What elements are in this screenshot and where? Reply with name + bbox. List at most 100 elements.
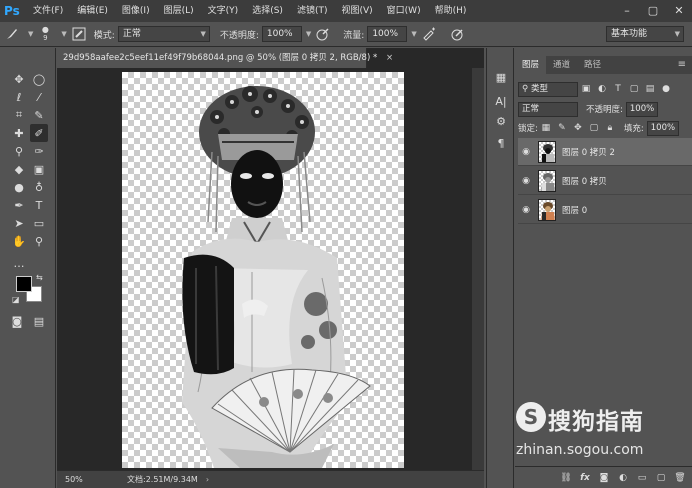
gradient-tool-icon[interactable]: ▣ [30, 160, 48, 178]
brush-size-picker[interactable]: ● 9 [36, 25, 54, 43]
visibility-eye-icon[interactable]: ◉ [518, 205, 534, 215]
opacity-input[interactable]: 100% [261, 26, 302, 42]
quick-mask-icon[interactable]: ◙ [8, 312, 26, 330]
adjustment-icon[interactable]: ◐ [615, 470, 631, 486]
crop-tool-icon[interactable]: ⌗ [10, 106, 28, 124]
visibility-eye-icon[interactable]: ◉ [518, 176, 534, 186]
layer-opacity-value: 100% [629, 103, 655, 114]
new-layer-icon[interactable]: ▢ [653, 470, 669, 486]
pressure-opacity-icon[interactable] [314, 25, 332, 43]
lock-transparency-icon[interactable]: ▦ [540, 122, 552, 134]
path-selection-icon[interactable]: ➤ [10, 214, 28, 232]
styles-panel-icon[interactable]: ⚙ [492, 112, 510, 130]
filter-toggle-icon[interactable]: ● [660, 83, 672, 95]
menu-edit[interactable]: 编辑(E) [70, 0, 115, 22]
lasso-tool-icon[interactable]: ℓ [10, 88, 28, 106]
layer-name[interactable]: 图层 0 [562, 204, 587, 216]
panel-menu-icon[interactable]: ≡ [678, 56, 692, 74]
zoom-tool-icon[interactable]: ⚲ [30, 232, 48, 250]
layer-row[interactable]: ◉ 图层 0 拷贝 2 [518, 138, 692, 166]
menu-select[interactable]: 选择(S) [245, 0, 290, 22]
layer-name[interactable]: 图层 0 拷贝 2 [562, 146, 615, 158]
blur-tool-icon[interactable]: ● [10, 178, 28, 196]
close-button[interactable]: ✕ [666, 0, 692, 22]
eraser-icon[interactable]: ◆ [10, 160, 28, 178]
brush-tool-icon[interactable]: ✐ [30, 124, 48, 142]
menu-window[interactable]: 窗口(W) [380, 0, 428, 22]
menu-file[interactable]: 文件(F) [26, 0, 70, 22]
workspace-select[interactable]: 基本功能 ▼ [606, 26, 684, 42]
visibility-eye-icon[interactable]: ◉ [518, 147, 534, 157]
link-icon[interactable]: ⛓ [558, 470, 574, 486]
menu-help[interactable]: 帮助(H) [428, 0, 474, 22]
layer-row[interactable]: ◉ 图层 0 [518, 196, 692, 224]
type-tool-icon[interactable]: T [30, 196, 48, 214]
move-tool-icon[interactable]: ✥ [10, 70, 28, 88]
zoom-level[interactable]: 50% [57, 475, 105, 484]
mask-icon[interactable]: ◙ [596, 470, 612, 486]
lock-position-icon[interactable]: ✥ [572, 122, 584, 134]
menu-view[interactable]: 视图(V) [334, 0, 379, 22]
menu-layer[interactable]: 图层(L) [157, 0, 201, 22]
brush-preset-icon[interactable] [3, 25, 21, 43]
pixel-filter-icon[interactable]: ▣ [580, 83, 592, 95]
ellipse-marquee-icon[interactable]: ◯ [30, 70, 48, 88]
swap-colors-icon[interactable]: ⇆ [36, 273, 43, 282]
tab-paths[interactable]: 路径 [577, 56, 608, 74]
clone-stamp-icon[interactable]: ⚲ [10, 142, 28, 160]
paragraph-panel-icon[interactable]: ¶ [492, 134, 510, 152]
hand-tool-icon[interactable]: ✋ [10, 232, 28, 250]
history-panel-icon[interactable]: ▦ [492, 68, 510, 86]
history-brush-icon[interactable]: ✑ [30, 142, 48, 160]
rectangle-tool-icon[interactable]: ▭ [30, 214, 48, 232]
document-tab[interactable]: 29d958aafee2c5eef11ef49f79b68044.png @ 5… [57, 48, 393, 68]
adjustment-filter-icon[interactable]: ◐ [596, 83, 608, 95]
chevron-down-icon[interactable]: ▼ [306, 30, 311, 38]
status-menu-arrow[interactable]: › [206, 475, 209, 484]
chevron-down-icon[interactable]: ▼ [61, 30, 66, 38]
vertical-scrollbar[interactable] [472, 68, 484, 470]
type-filter-icon[interactable]: T [612, 83, 624, 95]
lock-all-icon[interactable]: 🔒︎ [604, 122, 616, 134]
pen-tool-icon[interactable]: ✒ [10, 196, 28, 214]
chevron-down-icon[interactable]: ▼ [28, 30, 33, 38]
menu-type[interactable]: 文字(Y) [201, 0, 246, 22]
lock-artboard-icon[interactable]: ▢ [588, 122, 600, 134]
shape-filter-icon[interactable]: ▢ [628, 83, 640, 95]
menu-filter[interactable]: 滤镜(T) [290, 0, 335, 22]
fill-input[interactable]: 100% [646, 120, 679, 136]
screen-mode-icon[interactable]: ▤ [30, 312, 48, 330]
dodge-tool-icon[interactable]: ♁ [30, 178, 48, 196]
pressure-size-icon[interactable] [449, 25, 467, 43]
brush-panel-icon[interactable] [70, 25, 88, 43]
fill-value: 100% [650, 122, 676, 133]
restore-button[interactable]: ▢ [640, 0, 666, 22]
blend-mode-select[interactable]: 正常 [518, 101, 578, 117]
layer-opacity-input[interactable]: 100% [625, 101, 658, 117]
fx-icon[interactable]: fx [577, 470, 593, 486]
character-panel-icon[interactable]: A| [492, 92, 510, 110]
tab-layers[interactable]: 图层 [515, 56, 547, 74]
minimize-button[interactable]: – [614, 0, 640, 22]
lock-pixels-icon[interactable]: ✎ [556, 122, 568, 134]
eyedropper-icon[interactable]: ✎ [30, 106, 48, 124]
more-tools-icon[interactable]: … [10, 254, 28, 272]
layer-filter-select[interactable]: ⚲ 类型 [518, 81, 578, 97]
close-icon[interactable]: × [386, 53, 393, 63]
canvas[interactable] [122, 72, 404, 468]
folder-icon[interactable]: ▭ [634, 470, 650, 486]
flow-input[interactable]: 100% [367, 26, 408, 42]
chevron-down-icon[interactable]: ▼ [411, 30, 416, 38]
healing-brush-icon[interactable]: ✚ [10, 124, 28, 142]
trash-icon[interactable]: 🗑︎ [672, 470, 688, 486]
magic-wand-icon[interactable]: ⁄ [30, 88, 48, 106]
layer-row[interactable]: ◉ 图层 0 拷贝 [518, 167, 692, 195]
mode-select[interactable]: 正常 ▼ [117, 26, 210, 42]
airbrush-icon[interactable] [420, 25, 438, 43]
default-colors-icon[interactable]: ◪ [12, 295, 20, 304]
menu-image[interactable]: 图像(I) [115, 0, 157, 22]
layer-name[interactable]: 图层 0 拷贝 [562, 175, 607, 187]
smart-object-filter-icon[interactable]: ▤ [644, 83, 656, 95]
tab-channels[interactable]: 通道 [546, 56, 577, 74]
foreground-color-swatch[interactable] [16, 276, 32, 292]
